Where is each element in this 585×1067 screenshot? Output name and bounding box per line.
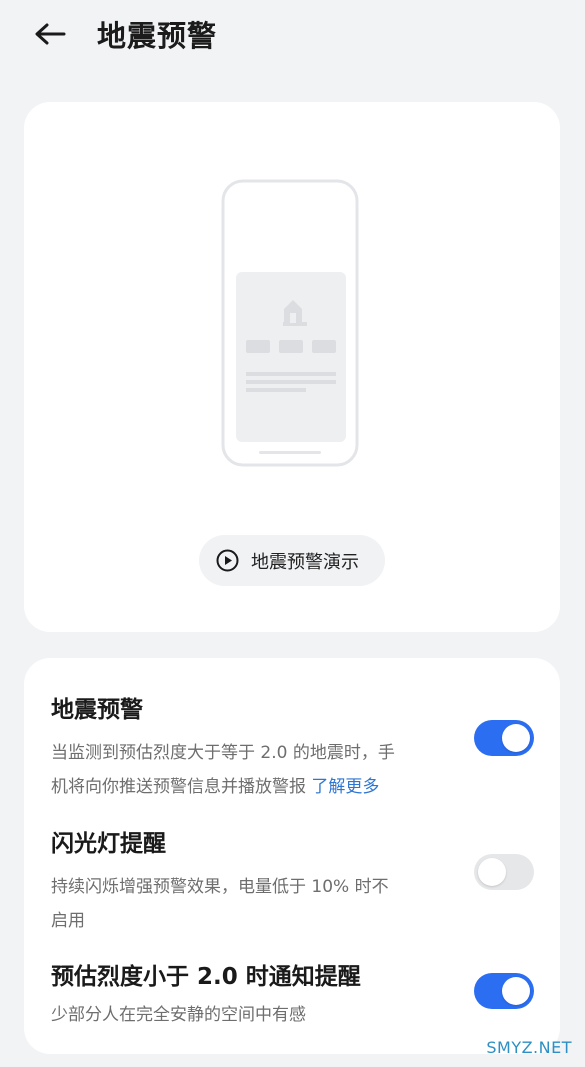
desc-line: 启用 <box>51 911 85 931</box>
desc-line: 机将向你推送预警信息并播放警报 <box>51 777 312 797</box>
demo-button-label: 地震预警演示 <box>251 551 359 573</box>
desc-line: 少部分人在完全安静的空间中有感 <box>51 1005 306 1025</box>
phone-alert-illustration <box>221 179 361 469</box>
setting-title: 闪光灯提醒 <box>51 831 166 857</box>
setting-description: 少部分人在完全安静的空间中有感 <box>51 998 451 1032</box>
earthquake-warning-toggle[interactable] <box>474 720 534 756</box>
header: 地震预警 <box>0 0 585 74</box>
watermark: SMYZ.NET <box>486 1038 572 1057</box>
settings-card: 地震预警 当监测到预估烈度大于等于 2.0 的地震时，手 机将向你推送预警信息并… <box>24 658 560 1054</box>
low-intensity-notify-toggle[interactable] <box>474 973 534 1009</box>
setting-flash-alert: 闪光灯提醒 持续闪烁增强预警效果，电量低于 10% 时不 启用 <box>24 828 560 938</box>
toggle-knob <box>502 724 530 752</box>
page-title: 地震预警 <box>97 19 218 53</box>
setting-title: 地震预警 <box>51 697 143 723</box>
back-button[interactable] <box>30 18 70 54</box>
toggle-knob <box>502 977 530 1005</box>
arrow-left-icon[interactable] <box>34 22 66 50</box>
setting-earthquake-warning: 地震预警 当监测到预估烈度大于等于 2.0 的地震时，手 机将向你推送预警信息并… <box>24 694 560 814</box>
play-circle-icon <box>216 549 239 572</box>
demo-card: 地震预警演示 <box>24 102 560 632</box>
setting-low-intensity-notify: 预估烈度小于 2.0 时通知提醒 少部分人在完全安静的空间中有感 <box>24 961 560 1041</box>
setting-title: 预估烈度小于 2.0 时通知提醒 <box>51 964 361 990</box>
flash-alert-toggle[interactable] <box>474 854 534 890</box>
setting-description: 持续闪烁增强预警效果，电量低于 10% 时不 启用 <box>51 870 451 938</box>
toggle-knob <box>478 858 506 886</box>
setting-description: 当监测到预估烈度大于等于 2.0 的地震时，手 机将向你推送预警信息并播放警报 … <box>51 736 451 804</box>
desc-line: 当监测到预估烈度大于等于 2.0 的地震时，手 <box>51 743 395 763</box>
learn-more-link[interactable]: 了解更多 <box>311 777 379 797</box>
desc-line: 持续闪烁增强预警效果，电量低于 10% 时不 <box>51 877 389 897</box>
demo-play-button[interactable]: 地震预警演示 <box>199 535 385 586</box>
